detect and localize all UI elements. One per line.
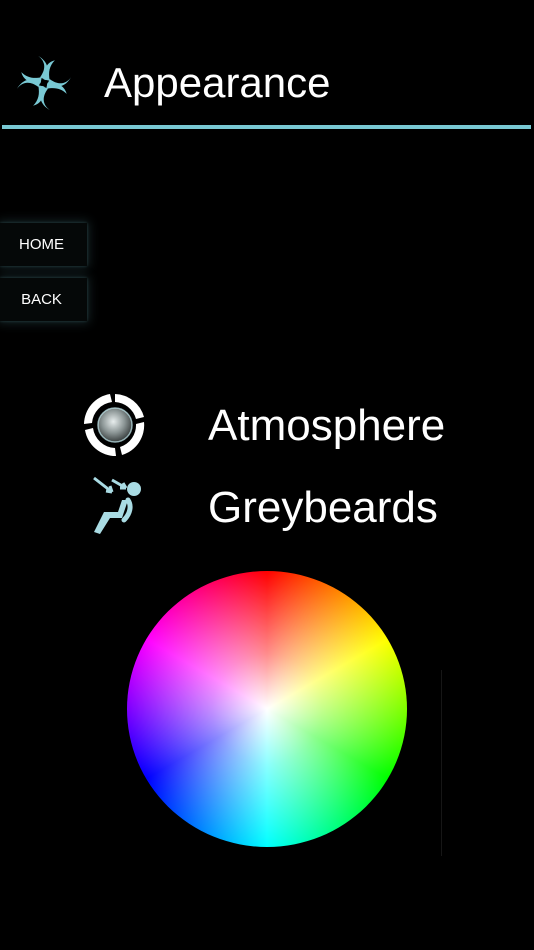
home-button[interactable]: HOME	[0, 223, 87, 266]
atmosphere-ring-icon	[84, 394, 145, 457]
home-button-label: HOME	[19, 236, 64, 253]
color-picker-panel	[90, 536, 446, 856]
back-button-label: BACK	[21, 291, 62, 308]
setting-row-greybeards[interactable]: Greybeards	[80, 474, 480, 540]
pinwheel-logo-icon	[16, 55, 72, 111]
reclining-seat-icon	[93, 476, 141, 534]
app-header: Appearance	[0, 0, 534, 130]
setting-label-greybeards: Greybeards	[208, 483, 438, 532]
header-divider	[2, 125, 531, 129]
setting-row-atmosphere[interactable]: Atmosphere	[80, 392, 480, 458]
back-button[interactable]: BACK	[0, 278, 87, 321]
setting-label-atmosphere: Atmosphere	[208, 401, 446, 450]
page-title: Appearance	[104, 59, 331, 106]
panel-edge	[441, 670, 442, 856]
color-wheel[interactable]	[127, 571, 407, 847]
